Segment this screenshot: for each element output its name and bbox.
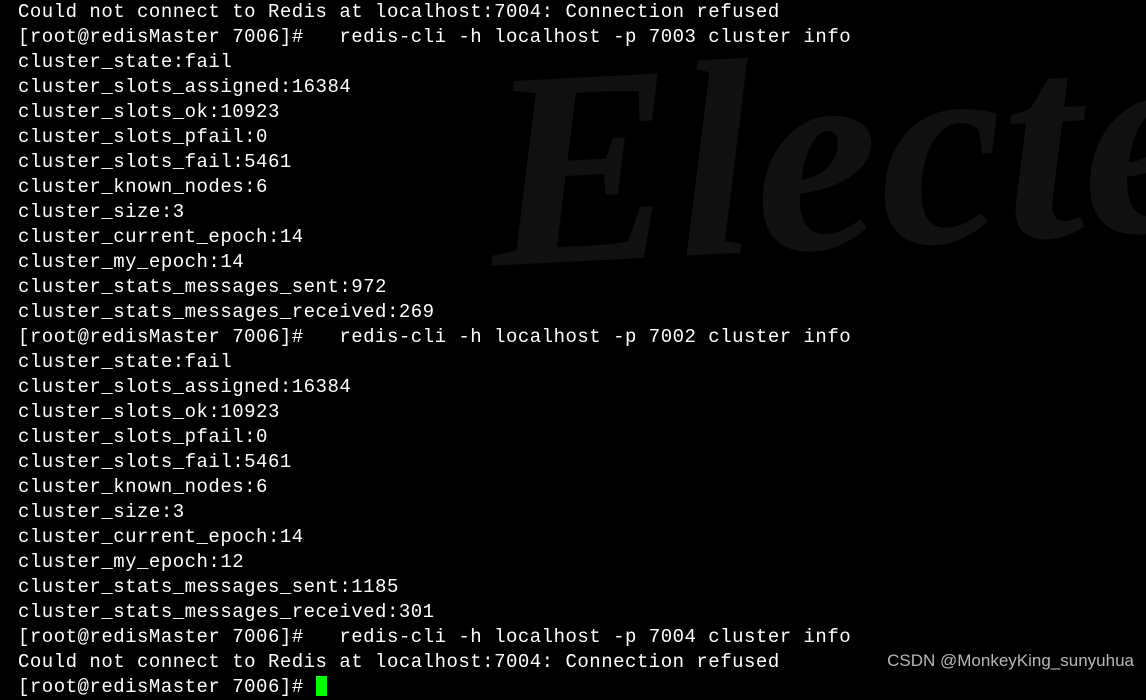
error-line: Could not connect to Redis at localhost:… [18, 650, 1146, 675]
cluster-info-line: cluster_known_nodes:6 [18, 475, 1146, 500]
prompt-text: [root@redisMaster 7006]# [18, 676, 316, 698]
cluster-info-line: cluster_current_epoch:14 [18, 525, 1146, 550]
cluster-info-line: cluster_state:fail [18, 350, 1146, 375]
cluster-info-line: cluster_current_epoch:14 [18, 225, 1146, 250]
prompt-line-current[interactable]: [root@redisMaster 7006]# [18, 675, 1146, 700]
cluster-info-line: cluster_stats_messages_received:269 [18, 300, 1146, 325]
prompt-line: [root@redisMaster 7006]# redis-cli -h lo… [18, 625, 1146, 650]
error-line: Could not connect to Redis at localhost:… [18, 0, 1146, 25]
cluster-info-line: cluster_slots_ok:10923 [18, 100, 1146, 125]
cluster-info-line: cluster_slots_ok:10923 [18, 400, 1146, 425]
cluster-info-line: cluster_state:fail [18, 50, 1146, 75]
cluster-info-line: cluster_stats_messages_received:301 [18, 600, 1146, 625]
cluster-info-line: cluster_slots_assigned:16384 [18, 375, 1146, 400]
cluster-info-line: cluster_stats_messages_sent:972 [18, 275, 1146, 300]
cluster-info-line: cluster_size:3 [18, 500, 1146, 525]
cluster-info-line: cluster_slots_pfail:0 [18, 425, 1146, 450]
cluster-info-line: cluster_slots_fail:5461 [18, 150, 1146, 175]
cluster-info-line: cluster_known_nodes:6 [18, 175, 1146, 200]
cluster-info-line: cluster_slots_assigned:16384 [18, 75, 1146, 100]
cluster-info-line: cluster_size:3 [18, 200, 1146, 225]
terminal-output[interactable]: Could not connect to Redis at localhost:… [0, 0, 1146, 700]
cluster-info-line: cluster_slots_pfail:0 [18, 125, 1146, 150]
cluster-info-line: cluster_slots_fail:5461 [18, 450, 1146, 475]
prompt-line: [root@redisMaster 7006]# redis-cli -h lo… [18, 325, 1146, 350]
cluster-info-line: cluster_my_epoch:12 [18, 550, 1146, 575]
cluster-info-line: cluster_my_epoch:14 [18, 250, 1146, 275]
cluster-info-line: cluster_stats_messages_sent:1185 [18, 575, 1146, 600]
prompt-line: [root@redisMaster 7006]# redis-cli -h lo… [18, 25, 1146, 50]
cursor-icon [316, 676, 327, 696]
